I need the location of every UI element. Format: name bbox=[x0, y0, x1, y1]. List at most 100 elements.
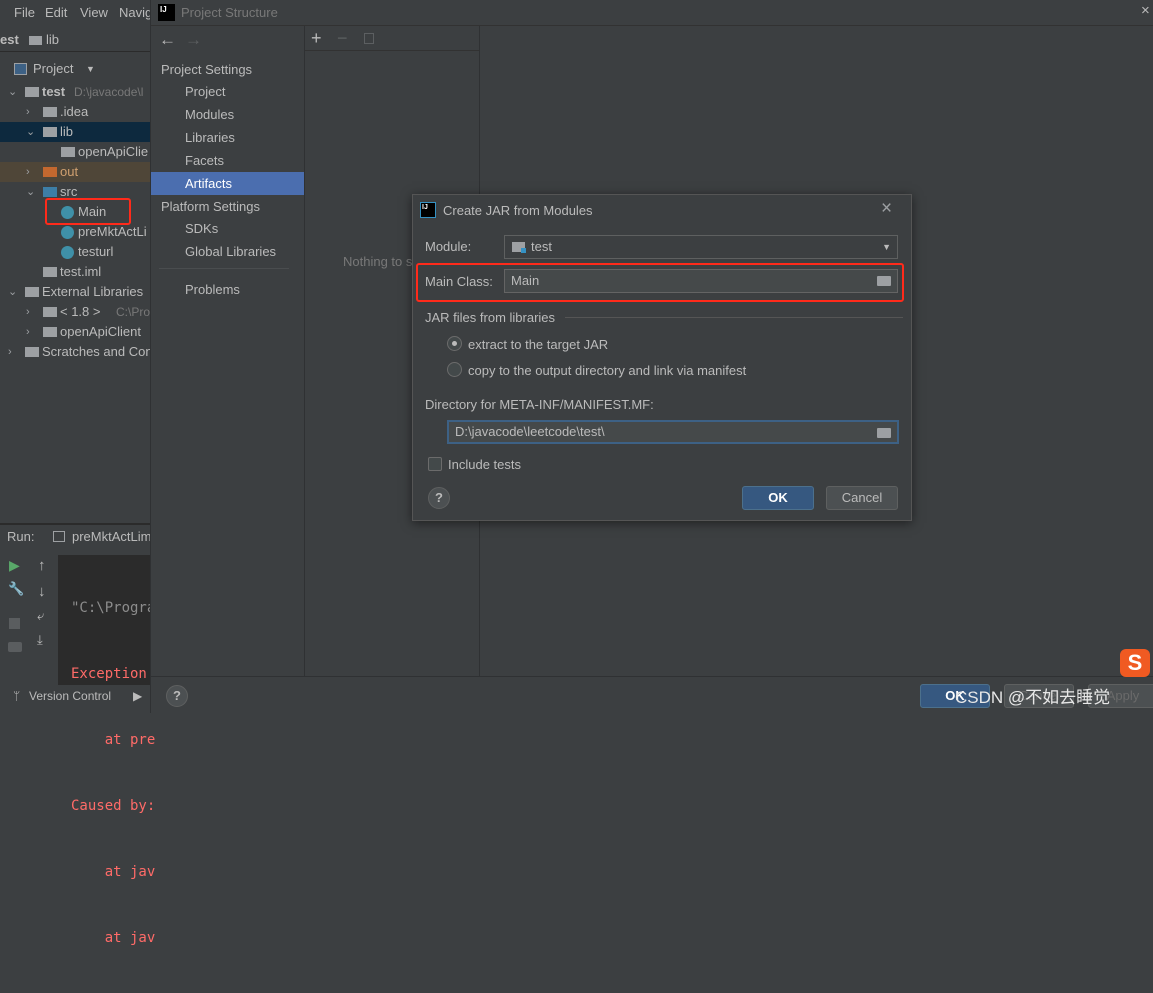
help-button[interactable]: ? bbox=[166, 685, 188, 707]
soft-wrap-icon[interactable]: ⤶ bbox=[37, 608, 44, 624]
tab-version-control[interactable]: Version Control bbox=[29, 685, 111, 707]
sidebar-item-modules[interactable]: Modules bbox=[151, 103, 304, 126]
module-label: Module: bbox=[425, 239, 472, 254]
tree-item-label: openApiClie bbox=[78, 144, 149, 159]
tree-item[interactable]: › openApiClient bbox=[0, 322, 150, 342]
console-output: "C:\Progra Exception at pre Caused by: a… bbox=[71, 553, 155, 993]
tree-item-path: D:\javacode\l bbox=[74, 85, 144, 99]
chevron-right-icon[interactable]: › bbox=[26, 302, 30, 322]
tree-item[interactable]: › .idea bbox=[0, 102, 150, 122]
down-arrow-icon[interactable]: ↓ bbox=[38, 583, 46, 600]
menu-file[interactable]: File bbox=[14, 0, 35, 26]
dialog-cancel-button[interactable]: Cancel bbox=[826, 486, 898, 510]
sidebar-item-libraries[interactable]: Libraries bbox=[151, 126, 304, 149]
section-header: Project Settings bbox=[161, 62, 253, 77]
help-button[interactable]: ? bbox=[428, 487, 450, 509]
folder-icon bbox=[25, 347, 39, 357]
sidebar-item-project[interactable]: Project bbox=[151, 80, 304, 103]
menu-navigate[interactable]: Navig bbox=[119, 0, 152, 26]
module-dropdown[interactable]: test ▼ bbox=[504, 235, 898, 259]
sidebar-item-sdks[interactable]: SDKs bbox=[151, 217, 304, 240]
tree-item[interactable]: › Scratches and Con bbox=[0, 342, 150, 362]
tree-item[interactable]: › out bbox=[0, 162, 150, 182]
browse-folder-icon[interactable] bbox=[877, 276, 891, 286]
highlight-box bbox=[45, 198, 131, 225]
run-tab-icon bbox=[53, 531, 65, 542]
tree-item-label: out bbox=[60, 164, 79, 179]
menu-edit[interactable]: Edit bbox=[45, 0, 67, 26]
add-icon[interactable]: + bbox=[311, 28, 322, 49]
window-title-bar: IJ Project Structure × bbox=[151, 0, 1153, 26]
remove-icon[interactable]: − bbox=[337, 28, 348, 49]
include-tests-checkbox[interactable] bbox=[428, 457, 442, 471]
console-line: at jav bbox=[71, 930, 156, 946]
manifest-directory-input[interactable]: D:\javacode\leetcode\test\ bbox=[447, 420, 899, 444]
chevron-down-icon[interactable]: ⌄ bbox=[8, 82, 17, 102]
menu-view[interactable]: View bbox=[80, 0, 108, 26]
main-class-value: Main bbox=[511, 273, 540, 288]
tree-item[interactable]: › < 1.8 > C:\Prog bbox=[0, 302, 150, 322]
chevron-right-icon[interactable]: › bbox=[26, 102, 30, 122]
dialog-ok-button[interactable]: OK bbox=[742, 486, 814, 510]
tree-item-label: test.iml bbox=[60, 264, 102, 279]
chevron-right-icon[interactable]: › bbox=[26, 162, 30, 182]
wrench-icon[interactable]: 🔧 bbox=[8, 581, 24, 597]
run-tab-icon[interactable]: ▶ bbox=[133, 685, 142, 707]
chevron-down-icon: ▼ bbox=[882, 242, 891, 252]
sidebar-item-problems[interactable]: Problems bbox=[151, 278, 304, 301]
run-label: Run: bbox=[7, 529, 35, 544]
close-icon[interactable]: × bbox=[881, 198, 892, 220]
chevron-down-icon[interactable]: ⌄ bbox=[26, 182, 35, 202]
back-arrow-icon[interactable]: ← bbox=[159, 30, 176, 50]
tree-item[interactable]: ⌄ test D:\javacode\l bbox=[0, 82, 150, 102]
ide-menubar: File Edit View Navig bbox=[0, 0, 152, 26]
close-window-icon[interactable]: × bbox=[1141, 2, 1150, 19]
dialog-title: Create JAR from Modules bbox=[443, 203, 593, 218]
folder-icon bbox=[25, 287, 39, 297]
breadcrumb-project[interactable]: est bbox=[0, 28, 19, 52]
breadcrumb: est lib bbox=[0, 28, 150, 52]
radio-extract[interactable] bbox=[447, 336, 462, 351]
tree-item[interactable]: openApiClie bbox=[0, 142, 150, 162]
tree-item-label: External Libraries bbox=[42, 284, 144, 299]
sidebar-item-facets[interactable]: Facets bbox=[151, 149, 304, 172]
tree-item-label: Scratches and Con bbox=[42, 344, 150, 359]
option-copy[interactable]: copy to the output directory and link vi… bbox=[468, 363, 746, 378]
camera-icon[interactable] bbox=[8, 642, 22, 652]
run-tab[interactable]: preMktActLim bbox=[72, 526, 151, 548]
rerun-icon[interactable]: ▶ bbox=[9, 557, 20, 574]
manifest-value: D:\javacode\leetcode\test\ bbox=[455, 424, 605, 439]
folder-icon bbox=[43, 187, 57, 197]
sidebar-item-global-libraries[interactable]: Global Libraries bbox=[151, 240, 304, 263]
tree-item[interactable]: ⌄ External Libraries bbox=[0, 282, 150, 302]
copy-icon[interactable] bbox=[364, 33, 374, 44]
manifest-label: Directory for META-INF/MANIFEST.MF: bbox=[425, 397, 654, 412]
chevron-down-icon[interactable]: ⌄ bbox=[8, 282, 17, 302]
tree-item[interactable]: test.iml bbox=[0, 262, 150, 282]
jar-group-label: JAR files from libraries bbox=[425, 310, 556, 325]
browse-folder-icon[interactable] bbox=[877, 428, 891, 438]
breadcrumb-lib[interactable]: lib bbox=[46, 28, 59, 52]
option-extract[interactable]: extract to the target JAR bbox=[468, 337, 608, 352]
folder-icon bbox=[43, 127, 57, 137]
project-tree: ⌄ test D:\javacode\l › .idea ⌄ lib openApiClie ›… bbox=[0, 82, 150, 372]
run-panel: Run: preMktActLim ▶ 🔧 ↑ ↓ ⤶ ⤓ "C:\Progra… bbox=[0, 515, 155, 946]
stop-icon[interactable] bbox=[9, 618, 20, 629]
console-line: Exception bbox=[71, 666, 147, 682]
up-arrow-icon[interactable]: ↑ bbox=[38, 557, 46, 574]
sidebar-item-artifacts[interactable]: Artifacts bbox=[151, 172, 304, 195]
create-jar-dialog: IJ Create JAR from Modules × Module: tes… bbox=[412, 194, 912, 521]
chevron-right-icon[interactable]: › bbox=[26, 322, 30, 342]
settings-sidebar: Project Settings Project Modules Libraries F… bbox=[151, 58, 304, 308]
forward-arrow-icon[interactable]: → bbox=[185, 30, 202, 50]
chevron-right-icon[interactable]: › bbox=[8, 342, 12, 362]
tree-item[interactable]: ⌄ lib bbox=[0, 122, 150, 142]
scroll-end-icon[interactable]: ⤓ bbox=[37, 632, 43, 648]
include-tests-label[interactable]: Include tests bbox=[448, 457, 521, 472]
radio-copy[interactable] bbox=[447, 362, 462, 377]
tree-item[interactable]: preMktActLi bbox=[0, 222, 150, 242]
tree-item[interactable]: testurl bbox=[0, 242, 150, 262]
main-class-input[interactable]: Main bbox=[504, 269, 898, 293]
project-view-selector[interactable]: Project ▼ bbox=[0, 58, 150, 80]
chevron-down-icon[interactable]: ⌄ bbox=[26, 122, 35, 142]
